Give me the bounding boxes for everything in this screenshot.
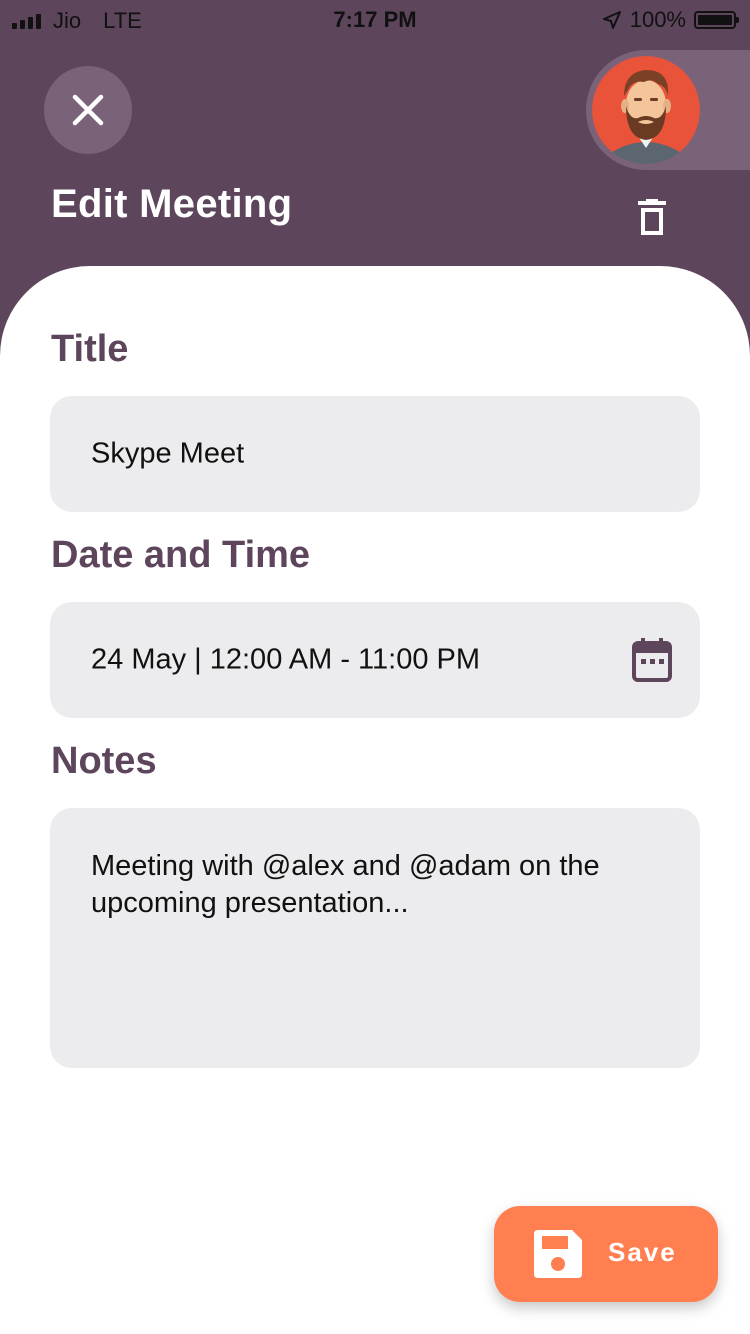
title-input[interactable]: Skype Meet xyxy=(50,396,700,512)
page-title: Edit Meeting xyxy=(51,182,293,226)
date-time-field[interactable]: 24 May | 12:00 AM - 11:00 PM xyxy=(50,602,700,718)
close-icon xyxy=(72,94,104,126)
notes-textarea[interactable]: Meeting with @alex and @adam on the upco… xyxy=(50,808,700,1068)
edit-meeting-screen: Jio LTE 7:17 PM 100% Edit Meeting Title … xyxy=(0,0,750,1334)
trash-icon xyxy=(638,199,666,235)
delete-button[interactable] xyxy=(628,192,676,244)
avatar-button[interactable] xyxy=(586,50,750,170)
save-button[interactable]: Save xyxy=(494,1206,718,1302)
status-right: 100% xyxy=(602,7,739,33)
date-time-label: Date and Time xyxy=(51,534,311,576)
status-bar: Jio LTE 7:17 PM 100% xyxy=(0,0,750,40)
floppy-disk-icon xyxy=(534,1230,582,1278)
calendar-icon xyxy=(632,638,672,682)
bearded-man-avatar-icon xyxy=(592,56,700,164)
battery-icon xyxy=(694,11,739,29)
avatar xyxy=(592,56,700,164)
form-card: Title Skype Meet Date and Time 24 May | … xyxy=(0,266,750,1334)
title-input-value: Skype Meet xyxy=(91,437,245,470)
location-arrow-icon xyxy=(602,11,621,29)
date-time-value: 24 May | 12:00 AM - 11:00 PM xyxy=(91,643,481,676)
save-label: Save xyxy=(608,1237,677,1267)
close-button[interactable] xyxy=(44,66,132,154)
notes-label: Notes xyxy=(51,740,157,782)
battery-percent: 100% xyxy=(629,7,686,32)
notes-value: Meeting with @alex and @adam on the upco… xyxy=(91,850,600,919)
calendar-button[interactable] xyxy=(632,638,672,682)
title-label: Title xyxy=(51,328,129,370)
